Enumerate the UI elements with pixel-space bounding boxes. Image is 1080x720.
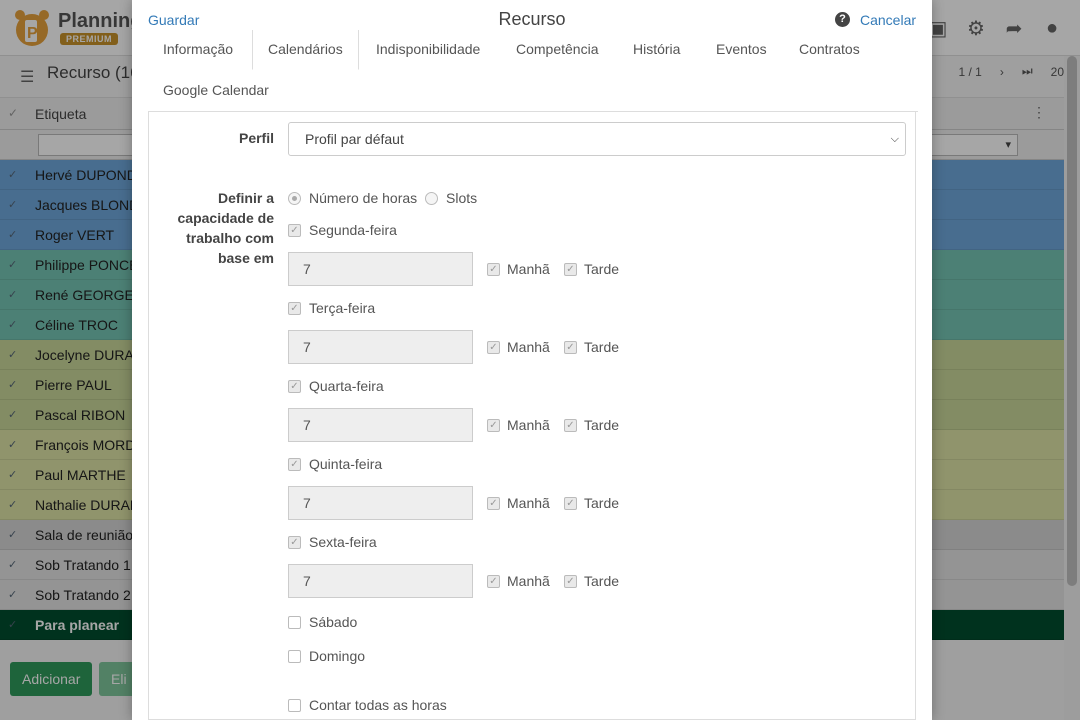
morning-checkbox[interactable]: ✓ <box>487 419 500 432</box>
morning-label: Manhã <box>507 495 550 511</box>
modal-title: Recurso <box>498 9 566 29</box>
saturday-checkbox[interactable] <box>288 616 301 629</box>
day-checkbox[interactable]: ✓ <box>288 224 301 237</box>
help-icon[interactable]: ? <box>835 12 850 27</box>
day-hours-input[interactable]: 7 <box>288 564 473 598</box>
day-checkbox[interactable]: ✓ <box>288 302 301 315</box>
resource-modal: Guardar Recurso ? Cancelar Informação Ca… <box>132 0 932 720</box>
tab-indisponibilidade[interactable]: Indisponibilidade <box>361 30 495 70</box>
count-all-hours-label: Contar todas as horas <box>309 697 447 713</box>
tab-calendarios[interactable]: Calendários <box>252 30 359 70</box>
morning-checkbox[interactable]: ✓ <box>487 341 500 354</box>
morning-label: Manhã <box>507 573 550 589</box>
radio-hours-label: Número de horas <box>309 190 418 206</box>
profile-select[interactable]: Profil par défaut ⌵ <box>288 122 906 156</box>
chevron-down-icon: ⌵ <box>890 133 899 145</box>
day-checkbox[interactable]: ✓ <box>288 536 301 549</box>
capacity-basis-label: Definir a capacidade de trabalho com bas… <box>177 190 275 266</box>
morning-label: Manhã <box>507 261 550 277</box>
day-hours-input[interactable]: 7 <box>288 486 473 520</box>
tab-contratos[interactable]: Contratos <box>784 30 875 70</box>
afternoon-label: Tarde <box>584 573 620 589</box>
afternoon-checkbox[interactable]: ✓ <box>564 419 577 432</box>
day-hours-input[interactable]: 7 <box>288 330 473 364</box>
day-label: Quinta-feira <box>309 456 383 472</box>
afternoon-checkbox[interactable]: ✓ <box>564 263 577 276</box>
day-checkbox[interactable]: ✓ <box>288 380 301 393</box>
day-label: Sexta-feira <box>309 534 377 550</box>
profile-select-value: Profil par défaut <box>305 131 404 147</box>
afternoon-label: Tarde <box>584 339 620 355</box>
radio-slots[interactable] <box>425 192 438 205</box>
tab-informacao[interactable]: Informação <box>148 30 248 70</box>
morning-label: Manhã <box>507 417 550 433</box>
afternoon-label: Tarde <box>584 495 620 511</box>
day-label: Terça-feira <box>309 300 376 316</box>
profile-label: Perfil <box>238 130 274 146</box>
morning-label: Manhã <box>507 339 550 355</box>
day-label: Quarta-feira <box>309 378 384 394</box>
afternoon-checkbox[interactable]: ✓ <box>564 341 577 354</box>
count-all-hours-checkbox[interactable] <box>288 699 301 712</box>
radio-slots-label: Slots <box>446 190 478 206</box>
day-checkbox[interactable]: ✓ <box>288 458 301 471</box>
morning-checkbox[interactable]: ✓ <box>487 497 500 510</box>
radio-hours[interactable] <box>288 192 301 205</box>
morning-checkbox[interactable]: ✓ <box>487 263 500 276</box>
day-hours-input[interactable]: 7 <box>288 252 473 286</box>
afternoon-checkbox[interactable]: ✓ <box>564 497 577 510</box>
tab-eventos[interactable]: Eventos <box>701 30 782 70</box>
afternoon-checkbox[interactable]: ✓ <box>564 575 577 588</box>
saturday-label: Sábado <box>309 614 358 630</box>
tab-historia[interactable]: História <box>618 30 695 70</box>
day-hours-input[interactable]: 7 <box>288 408 473 442</box>
cancel-button[interactable]: Cancelar <box>860 12 916 28</box>
sunday-label: Domingo <box>309 648 366 664</box>
morning-checkbox[interactable]: ✓ <box>487 575 500 588</box>
afternoon-label: Tarde <box>584 261 620 277</box>
day-label: Segunda-feira <box>309 222 397 238</box>
tab-google-calendar[interactable]: Google Calendar <box>148 71 284 111</box>
sunday-checkbox[interactable] <box>288 650 301 663</box>
calendar-panel: Perfil Profil par défaut ⌵ Definir a cap… <box>148 112 916 720</box>
afternoon-label: Tarde <box>584 417 620 433</box>
modal-tabs: Informação Calendários Indisponibilidade… <box>148 30 918 112</box>
tab-competencia[interactable]: Competência <box>501 30 614 70</box>
